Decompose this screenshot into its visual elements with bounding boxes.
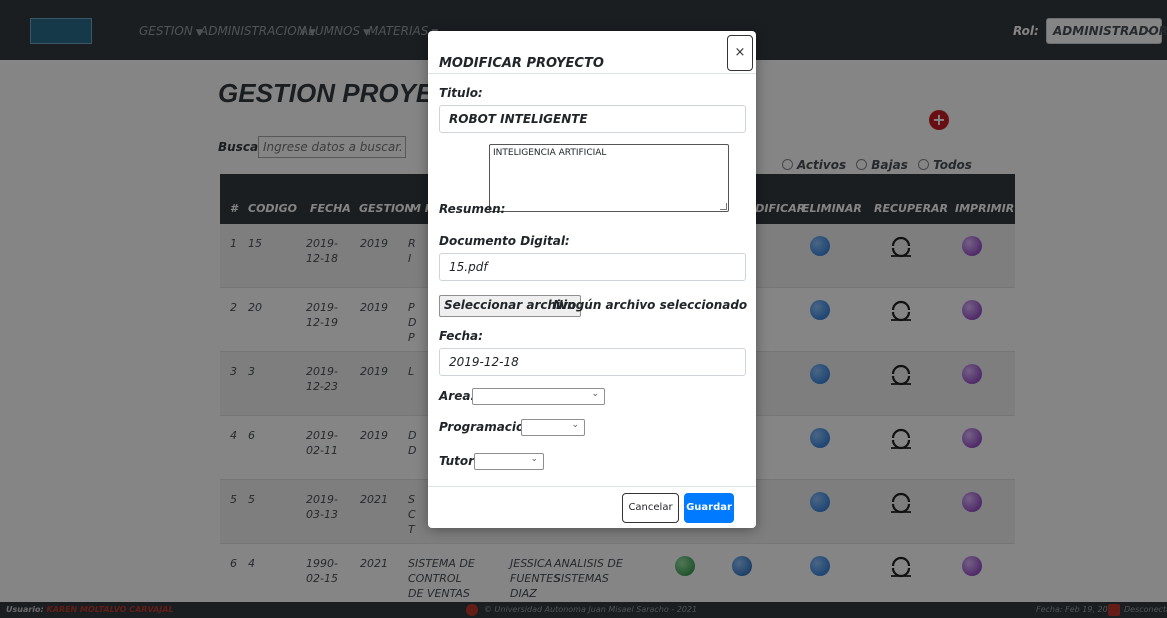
area-label: Area: xyxy=(439,389,476,403)
divider xyxy=(428,73,756,74)
resumen-textarea[interactable]: INTELIGENCIA ARTIFICIAL xyxy=(489,144,729,212)
area-select[interactable]: ⌄ xyxy=(472,388,605,405)
tutor-label: Tutor: xyxy=(439,454,479,468)
chevron-down-icon: ⌄ xyxy=(591,389,599,399)
resize-handle-icon[interactable] xyxy=(720,203,727,210)
save-button[interactable]: Guardar xyxy=(684,493,734,523)
cancel-button[interactable]: Cancelar xyxy=(622,493,679,523)
fecha-input[interactable]: 2019-12-18 xyxy=(439,348,746,376)
modal-title: MODIFICAR PROYECTO xyxy=(439,56,604,71)
divider xyxy=(428,486,756,487)
chevron-down-icon: ⌄ xyxy=(571,420,579,430)
programacion-select[interactable]: ⌄ xyxy=(521,419,585,436)
documento-label: Documento Digital: xyxy=(439,234,570,248)
edit-project-modal: MODIFICAR PROYECTO × Titulo: ROBOT INTEL… xyxy=(428,31,756,528)
file-status: Ningún archivo seleccionado xyxy=(553,298,748,312)
close-button[interactable]: × xyxy=(727,35,753,71)
titulo-label: Titulo: xyxy=(439,86,483,100)
chevron-down-icon: ⌄ xyxy=(530,454,538,464)
fecha-label: Fecha: xyxy=(439,329,483,343)
resumen-label: Resumen: xyxy=(439,202,506,216)
titulo-input[interactable]: ROBOT INTELIGENTE xyxy=(439,105,746,133)
tutor-select[interactable]: ⌄ xyxy=(474,453,544,470)
documento-input[interactable]: 15.pdf xyxy=(439,253,746,281)
